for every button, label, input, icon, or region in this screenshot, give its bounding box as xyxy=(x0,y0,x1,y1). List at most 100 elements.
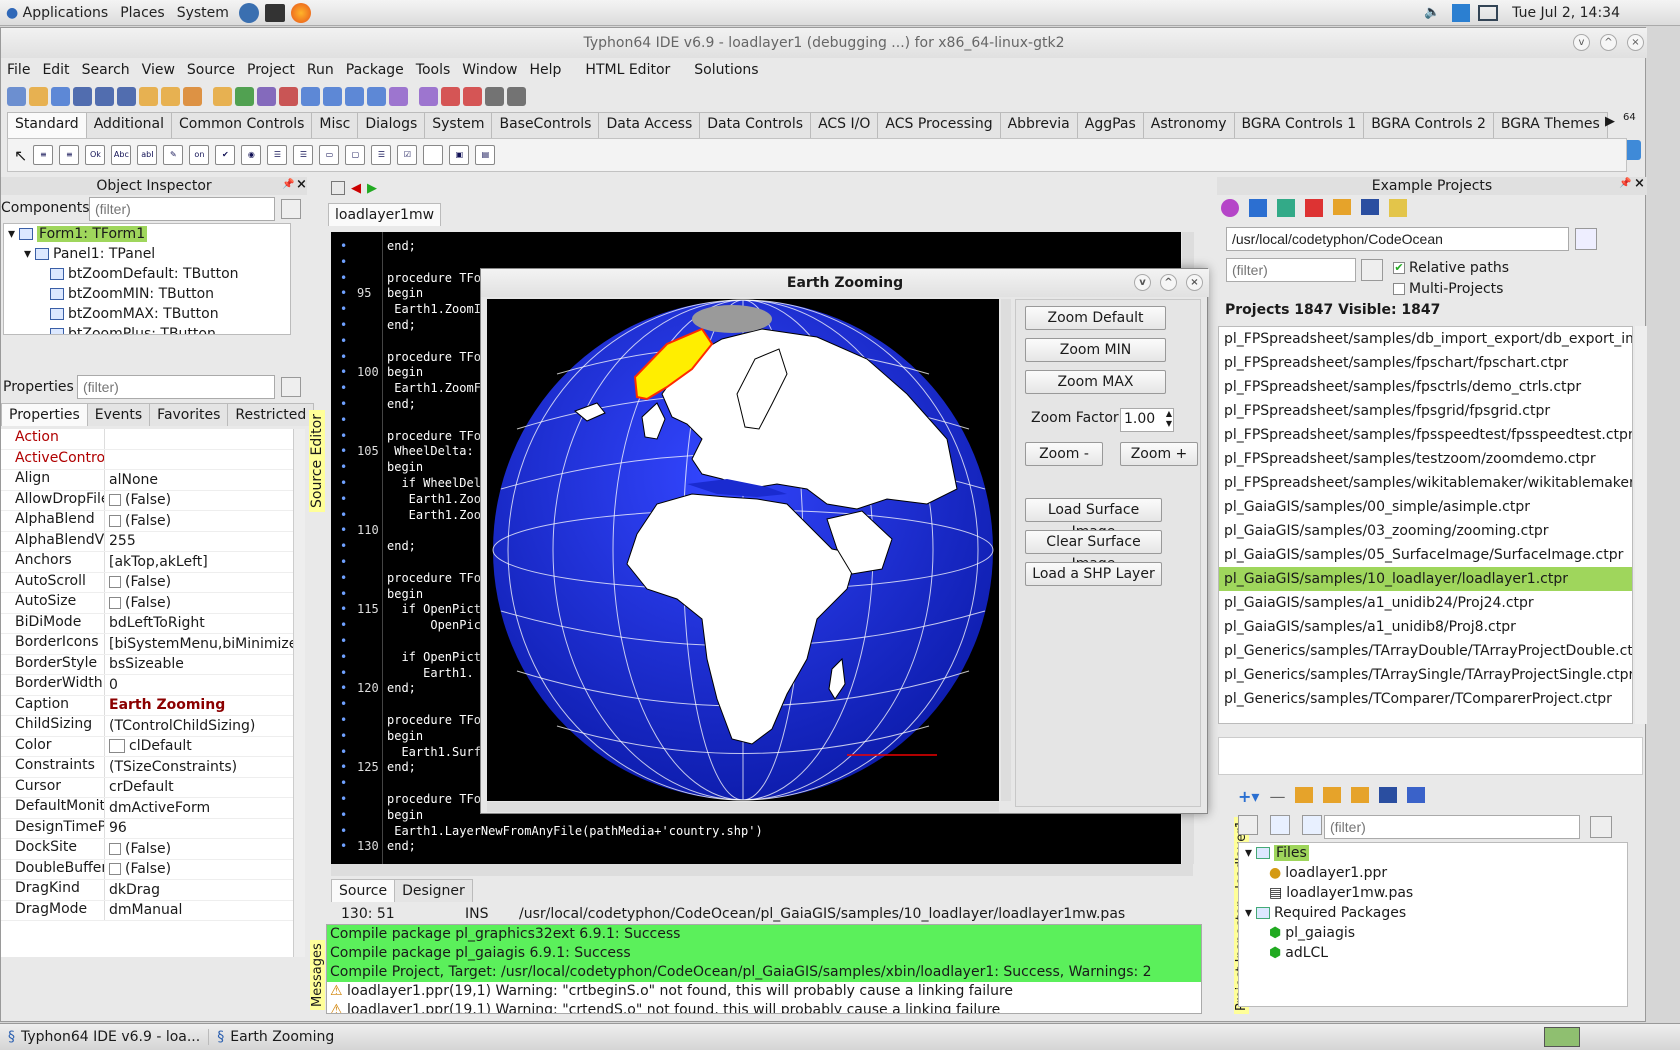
minimize-button[interactable]: v xyxy=(1573,34,1590,51)
tree-item-btzoommin[interactable]: btZoomMIN: TButton xyxy=(4,284,290,304)
show-directories-icon[interactable] xyxy=(1238,815,1258,835)
breakpoint-dot-icon[interactable]: • xyxy=(340,492,347,506)
tree-item-panel1[interactable]: ▾ Panel1: TPanel xyxy=(4,244,290,264)
network-icon[interactable] xyxy=(1452,3,1471,22)
breakpoint-dot-icon[interactable]: • xyxy=(340,508,347,522)
open-icon[interactable] xyxy=(29,86,48,106)
breakpoint-dot-icon[interactable]: • xyxy=(340,602,347,616)
tframe-icon[interactable]: ▣ xyxy=(449,145,470,165)
tcheckbox-icon[interactable]: ✔ xyxy=(215,145,236,165)
project-list-item[interactable]: pl_FPSpreadsheet/samples/fpschart/fpscha… xyxy=(1219,351,1632,375)
tab-data-access[interactable]: Data Access xyxy=(598,112,701,138)
tcombobox-icon[interactable]: ☰ xyxy=(293,145,314,165)
property-value[interactable]: [biSystemMenu,biMinimize xyxy=(105,634,293,654)
view-units-icon[interactable] xyxy=(323,86,342,106)
new-form-icon[interactable] xyxy=(367,86,386,106)
tree-item-loadlayer1-ppr[interactable]: ● loadlayer1.ppr xyxy=(1239,863,1627,883)
run-icon[interactable] xyxy=(235,86,254,106)
view-forms-icon[interactable] xyxy=(345,86,364,106)
tab-misc[interactable]: Misc xyxy=(311,112,359,138)
property-checkbox[interactable] xyxy=(109,576,121,589)
property-row[interactable]: DragMode dmManual xyxy=(1,900,293,921)
property-checkbox[interactable] xyxy=(109,842,121,855)
task-earth-zooming[interactable]: § Earth Zooming xyxy=(209,1029,342,1045)
sort-icon[interactable] xyxy=(1407,787,1426,803)
folder-icon[interactable] xyxy=(1333,199,1351,215)
property-row[interactable]: AutoScroll (False) xyxy=(1,572,293,593)
property-value[interactable]: dmActiveForm xyxy=(105,798,293,818)
tab-acs-io[interactable]: ACS I/O xyxy=(810,112,879,138)
project-list-item[interactable]: pl_Generics/samples/TArraySingle/TArrayP… xyxy=(1219,663,1632,687)
breakpoint-dot-icon[interactable]: • xyxy=(340,587,347,601)
display-icon[interactable] xyxy=(1478,4,1499,21)
workspace-switcher[interactable] xyxy=(1544,1027,1580,1047)
property-value[interactable]: 0 xyxy=(105,675,293,695)
property-value[interactable]: (False) xyxy=(105,593,293,613)
help-icon[interactable] xyxy=(1389,199,1407,217)
project-list-item[interactable]: pl_FPSpreadsheet/samples/fpsctrls/demo_c… xyxy=(1219,375,1632,399)
property-row[interactable]: DockSite (False) xyxy=(1,839,293,860)
tab-events[interactable]: Events xyxy=(86,403,151,426)
multi-projects-checkbox[interactable]: Multi-Projects xyxy=(1393,281,1503,297)
property-value[interactable] xyxy=(105,429,293,449)
menu-view[interactable]: View xyxy=(136,62,181,78)
message-row[interactable]: Compile package pl_gaiagis 6.9.1: Succes… xyxy=(327,944,1201,963)
tpanel-icon[interactable] xyxy=(423,145,444,165)
tbutton-icon[interactable]: Ok xyxy=(85,145,106,165)
project-list-item[interactable]: pl_GaiaGIS/samples/a1_unidib8/Proj8.ctpr xyxy=(1219,615,1632,639)
tab-bgra-controls-1[interactable]: BGRA Controls 1 xyxy=(1233,112,1365,138)
stop-icon[interactable] xyxy=(279,86,298,106)
tab-common-controls[interactable]: Common Controls xyxy=(170,112,313,138)
settings-launcher-icon[interactable] xyxy=(238,2,259,23)
tree-item-btzoommax[interactable]: btZoomMAX: TButton xyxy=(4,304,290,324)
property-value[interactable]: (TControlChildSizing) xyxy=(105,716,293,736)
property-value[interactable]: (False) xyxy=(105,839,293,859)
tab-bgra-themes[interactable]: BGRA Themes xyxy=(1492,112,1608,138)
property-row[interactable]: BiDiMode bdLeftToRight xyxy=(1,613,293,634)
tab-bgra-controls-2[interactable]: BGRA Controls 2 xyxy=(1363,112,1494,138)
property-value[interactable]: (False) xyxy=(105,491,293,511)
tlistbox-icon[interactable]: ☰ xyxy=(267,145,288,165)
find-icon[interactable] xyxy=(73,86,92,106)
volume-icon[interactable]: 🔈 xyxy=(1424,5,1440,20)
menu-tools[interactable]: Tools xyxy=(410,62,457,78)
tab-basecontrols[interactable]: BaseControls xyxy=(491,112,600,138)
load-shp-layer-button[interactable]: Load a SHP Layer xyxy=(1025,562,1162,586)
breakpoint-dot-icon[interactable]: • xyxy=(340,413,347,427)
menu-window[interactable]: Window xyxy=(456,62,523,78)
breakpoint-dot-icon[interactable]: • xyxy=(340,476,347,490)
breakpoint-dot-icon[interactable]: • xyxy=(340,444,347,458)
project-list-item[interactable]: pl_FPSpreadsheet/samples/fpsgrid/fpsgrid… xyxy=(1219,399,1632,423)
new-icon[interactable] xyxy=(7,86,26,106)
menu-run[interactable]: Run xyxy=(301,62,340,78)
dialog-maximize-button[interactable]: ^ xyxy=(1160,274,1177,291)
maximize-button[interactable]: ^ xyxy=(1600,34,1617,51)
zoom-plus-button[interactable]: Zoom + xyxy=(1120,442,1198,466)
tab-dialogs[interactable]: Dialogs xyxy=(357,112,426,138)
breakpoint-dot-icon[interactable]: • xyxy=(340,286,347,300)
applications-menu[interactable]: ● Applications xyxy=(0,5,114,21)
tab-favorites[interactable]: Favorites xyxy=(149,403,229,426)
refresh-icon[interactable] xyxy=(1221,199,1239,217)
property-row[interactable]: DefaultMonitordmActiveForm xyxy=(1,798,293,819)
breakpoint-dot-icon[interactable]: • xyxy=(340,555,347,569)
breakpoint-dot-icon[interactable]: • xyxy=(340,745,347,759)
tree-view-icon[interactable] xyxy=(1270,815,1290,835)
project-list-item[interactable]: pl_Generics/samples/TArrayDouble/TArrayP… xyxy=(1219,639,1632,663)
step-into-icon[interactable] xyxy=(507,86,526,106)
menu-search[interactable]: Search xyxy=(76,62,136,78)
ttogglebox-icon[interactable]: on xyxy=(189,145,210,165)
breakpoint-dot-icon[interactable]: • xyxy=(340,539,347,553)
breakpoint-dot-icon[interactable]: • xyxy=(340,697,347,711)
breakpoint-dot-icon[interactable]: • xyxy=(340,729,347,743)
breakpoint-dot-icon[interactable]: • xyxy=(340,713,347,727)
tab-properties[interactable]: Properties xyxy=(1,403,88,426)
editor-hscrollbar[interactable] xyxy=(331,864,1193,876)
tab-source[interactable]: Source xyxy=(331,879,396,902)
property-row[interactable]: BorderWidth 0 xyxy=(1,675,293,696)
property-row[interactable]: Cursor crDefault xyxy=(1,777,293,798)
task-typhon-ide[interactable]: § Typhon64 IDE v6.9 - loa... xyxy=(0,1029,210,1045)
property-row[interactable]: DesignTimePPI96 xyxy=(1,818,293,839)
property-row[interactable]: ChildSizing (TControlChildSizing) xyxy=(1,716,293,737)
property-row[interactable]: AllowDropFiles (False) xyxy=(1,490,293,511)
